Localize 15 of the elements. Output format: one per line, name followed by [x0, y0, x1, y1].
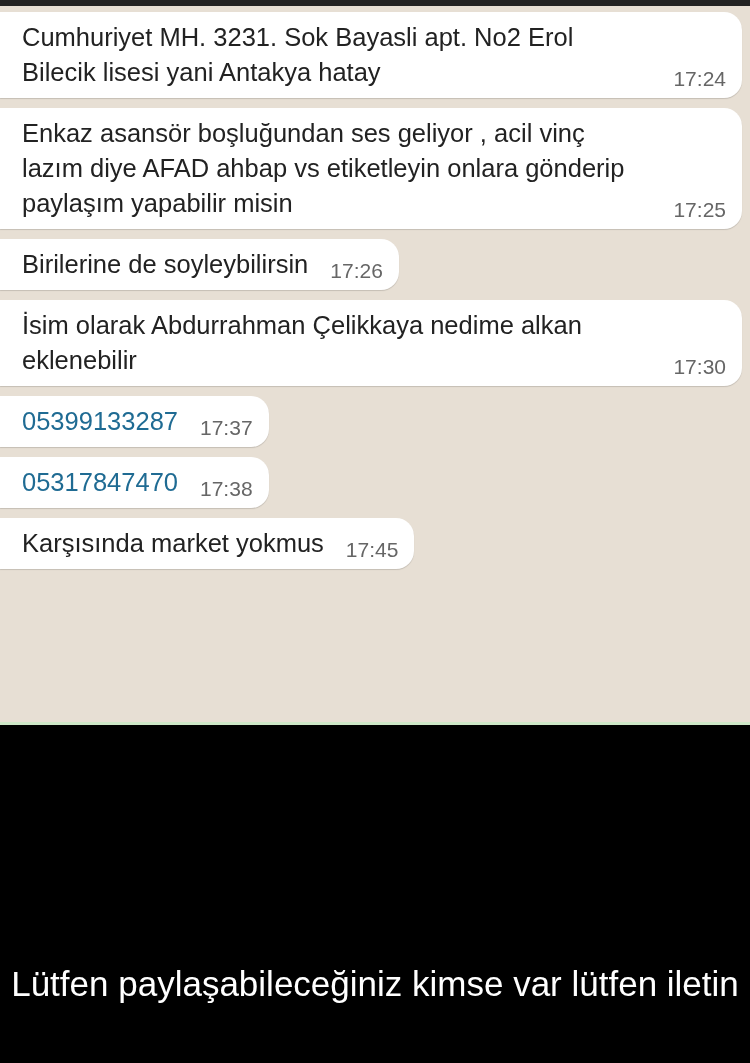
phone-number-link[interactable]: 05317847470	[22, 465, 178, 500]
message-time: 17:45	[345, 536, 399, 563]
message-text: Birilerine de soyleybilirsin	[22, 249, 309, 280]
caption-text: Lütfen paylaşabileceğiniz kimse var lütfen iletin	[10, 963, 740, 1005]
message-time: 17:30	[673, 353, 726, 380]
phone-number-link[interactable]: 05399133287	[22, 404, 178, 439]
message-text: Karşısında market yokmus	[22, 528, 324, 559]
message-text: Cumhuriyet MH. 3231. Sok Bayasli apt. No2 Erol Bilecik lisesi yani Antakya hatay	[22, 22, 575, 88]
message-time: 17:37	[200, 414, 253, 441]
message-time: 17:24	[673, 65, 726, 92]
message-time: 17:38	[200, 475, 253, 502]
message-text: İsim olarak Abdurrahman Çelikkaya nedime alkan eklenebilir	[22, 310, 583, 376]
message-time: 17:25	[673, 196, 726, 223]
message-text: Enkaz asansör boşluğundan ses geliyor , acil vinç lazım diye AFAD ahbap vs etiketleyin onlara gönderip paylaşım yapabilir misin	[22, 118, 626, 219]
message-time: 17:26	[330, 257, 383, 284]
